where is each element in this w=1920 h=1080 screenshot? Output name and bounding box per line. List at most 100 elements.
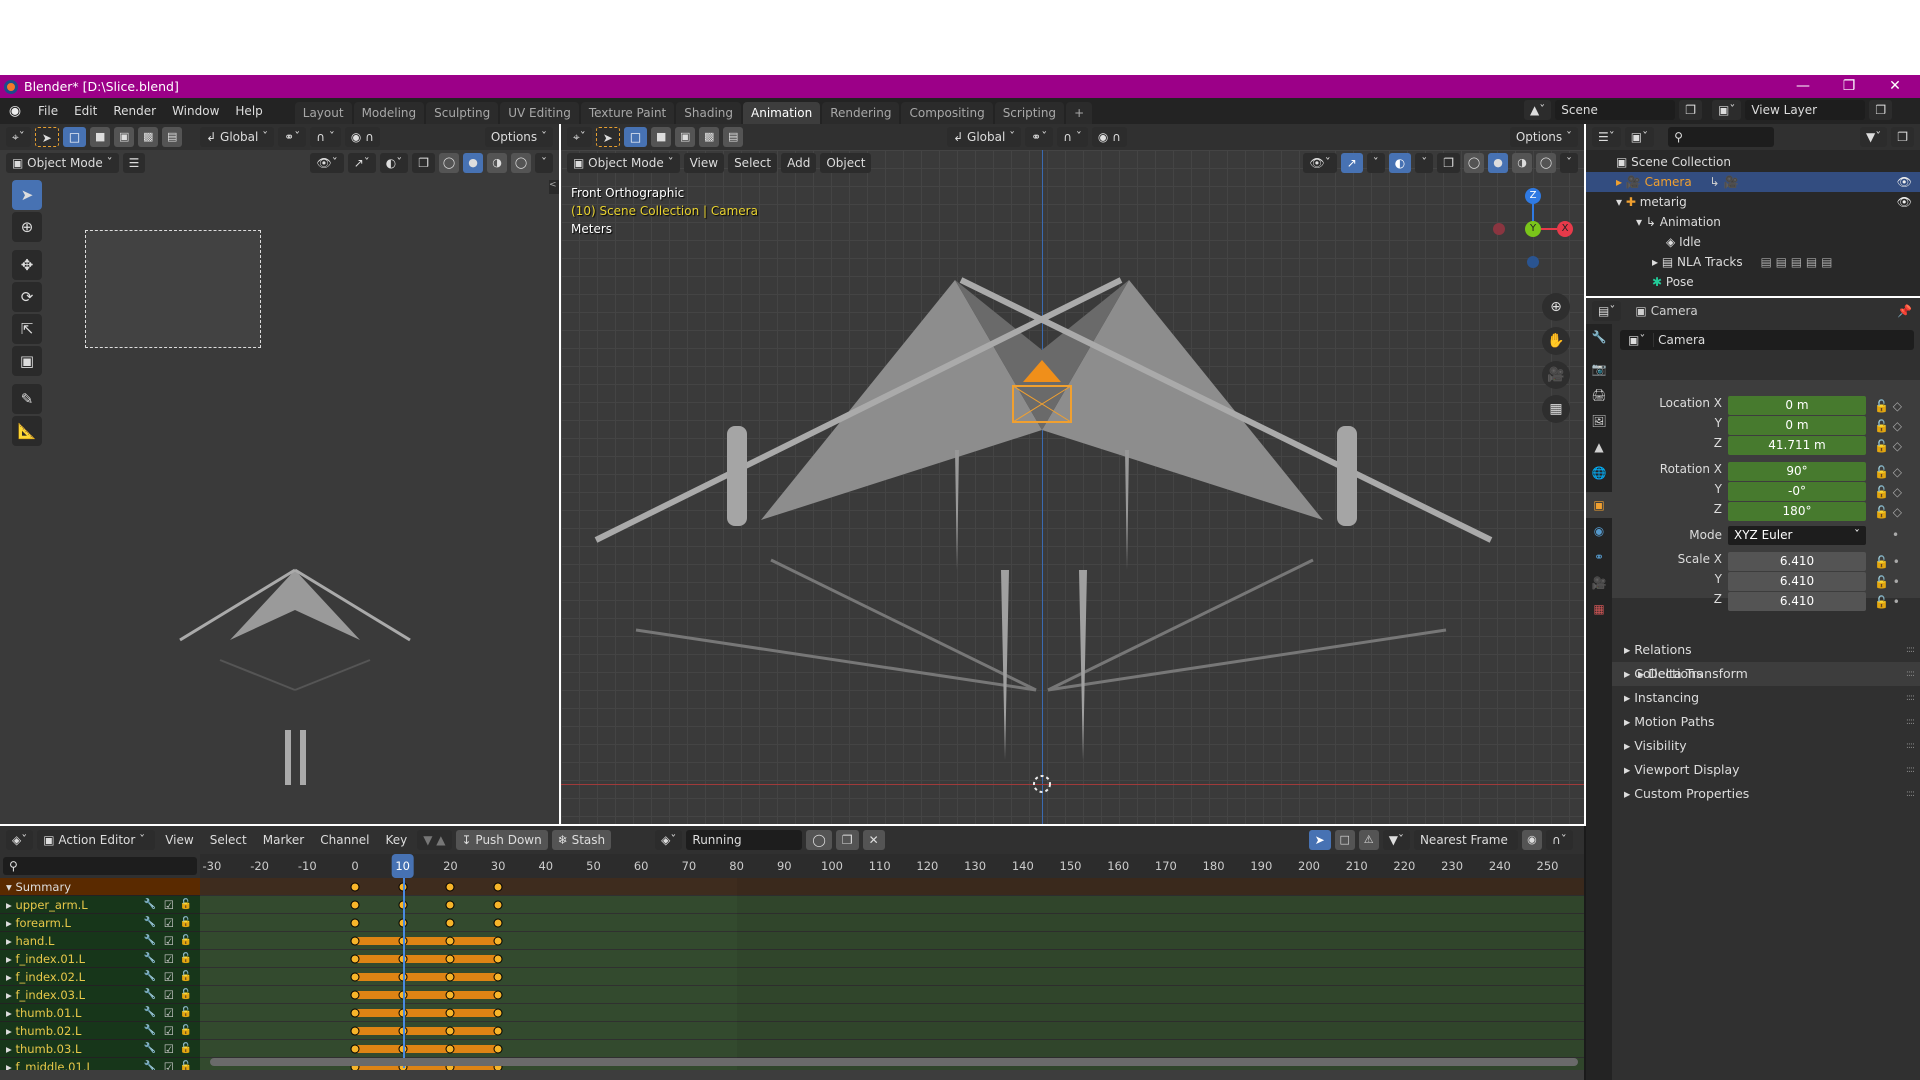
action-browse-icon[interactable]: ◈ˇ [655, 830, 683, 850]
measure-tool-icon[interactable]: 📐 [12, 416, 42, 446]
shading-rendered-icon[interactable]: ◯ [511, 153, 531, 173]
action-name-field[interactable]: Running [686, 830, 803, 850]
location-x-field[interactable]: 0 m [1728, 396, 1866, 415]
lock-location-icons[interactable]: 🔓 ◇ 🔓 ◇ 🔓 ◇ [1874, 396, 1902, 456]
tab-scripting[interactable]: Scripting [994, 102, 1065, 124]
keyframe[interactable] [493, 990, 503, 1000]
editor-mode-dropdown[interactable]: ▣ Action Editor ˇ [37, 830, 156, 850]
tab-animation[interactable]: Animation [743, 102, 821, 124]
keyframe[interactable] [445, 1026, 455, 1036]
outliner-item-camera[interactable]: ▸ 🎥 Camera ↳ 🎥 👁 [1586, 172, 1920, 192]
current-frame-indicator[interactable]: 10 [391, 854, 415, 878]
outliner-display-mode-icon[interactable]: ☰ˇ [1592, 127, 1621, 147]
filter-icon[interactable]: ▼ˇ [1860, 127, 1888, 147]
modifier-wrench-icon[interactable]: 🔧 [144, 986, 156, 1004]
lock-scale-icons[interactable]: 🔓 • 🔓 • 🔓 • [1874, 552, 1900, 612]
menu-view[interactable]: View [159, 827, 199, 853]
modifier-wrench-icon[interactable]: 🔧 [144, 932, 156, 950]
close-button[interactable]: ✕ [1872, 75, 1918, 98]
tab-constraints-icon[interactable]: ⚭ [1586, 544, 1612, 570]
options-dropdown[interactable]: Options ˇ [1509, 127, 1578, 147]
modifier-wrench-icon[interactable]: 🔧 [144, 1022, 156, 1040]
shading-wireframe-icon[interactable]: ◯ [439, 153, 459, 173]
view-layer-field[interactable]: View Layer [1745, 100, 1866, 120]
shading-material-icon[interactable]: ◑ [487, 153, 507, 173]
sidebar-toggle-icon[interactable]: < [549, 180, 559, 194]
keyframe[interactable] [445, 936, 455, 946]
outliner-filter-view-icon[interactable]: ▣ˇ [1624, 127, 1655, 147]
modifier-wrench-icon[interactable]: 🔧 [144, 896, 156, 914]
rotation-x-field[interactable]: 90° [1728, 462, 1866, 481]
keyframe[interactable] [350, 1044, 360, 1054]
keyframe[interactable] [493, 900, 503, 910]
drag-handle-icon[interactable]: :::: [1906, 758, 1915, 782]
transform-pivot-icon[interactable]: ⌖ˇ [567, 127, 592, 147]
gizmo-toggle-icon[interactable]: ↗ˇ [347, 153, 376, 173]
scale-x-field[interactable]: 6.410 [1728, 552, 1866, 571]
channel-row[interactable]: ▸ thumb.02.L 🔧 ☑ 🔓 [0, 1022, 200, 1040]
camera-view-icon[interactable]: 🎥 [1542, 361, 1570, 389]
lock-icon[interactable]: 🔓 [180, 896, 192, 914]
keyframe[interactable] [350, 990, 360, 1000]
keyframe[interactable] [445, 882, 455, 892]
lock-rotation-icons[interactable]: 🔓 ◇ 🔓 ◇ 🔓 ◇ [1874, 462, 1902, 522]
tab-shading[interactable]: Shading [676, 102, 741, 124]
pan-hand-icon[interactable]: ✋ [1542, 327, 1570, 355]
ortho-grid-icon[interactable]: ▦ [1542, 395, 1570, 423]
channel-search-input[interactable]: ⚲ [3, 857, 197, 875]
shading-dropdown-icon[interactable]: ˇ [535, 153, 553, 173]
pivot-dropdown-icon[interactable]: ⚭ˇ [1025, 127, 1054, 147]
new-collection-icon[interactable]: ❐ [1891, 127, 1914, 147]
rotate-tool-icon[interactable]: ⟳ [12, 282, 42, 312]
modifier-wrench-icon[interactable]: 🔧 [144, 968, 156, 986]
blender-menu-icon[interactable]: ◉ [0, 103, 30, 119]
gizmo-x-axis[interactable]: X [1557, 221, 1573, 237]
rotation-mode-dropdown[interactable]: XYZ Euler ˇ [1728, 526, 1866, 545]
mode-dropdown[interactable]: ▣ Object Mode ˇ [6, 153, 119, 173]
lock-icon[interactable]: 🔓 [180, 1022, 192, 1040]
gizmo-y-axis[interactable]: Y [1525, 221, 1541, 237]
layer-prev-next-icons[interactable]: ▼ ▲ [417, 830, 452, 850]
new-action-icon[interactable]: ❐ [835, 830, 859, 850]
menu-channel[interactable]: Channel [314, 827, 375, 853]
show-hidden-icon[interactable]: □ [1334, 830, 1355, 850]
outliner-item-animation[interactable]: ▾ ↳ Animation [1586, 212, 1920, 232]
zoom-icon[interactable]: ⊕ [1542, 293, 1570, 321]
keyframe[interactable] [445, 990, 455, 1000]
mute-checkbox[interactable]: ☑ [164, 950, 174, 968]
keyframe[interactable] [350, 1008, 360, 1018]
panel-motion-paths[interactable]: ▸ Motion Paths:::: [1612, 710, 1920, 734]
lock-icon[interactable]: 🔓 [180, 1040, 192, 1058]
channel-row[interactable]: ▸ thumb.01.L 🔧 ☑ 🔓 [0, 1004, 200, 1022]
location-z-field[interactable]: 41.711 m [1728, 436, 1866, 455]
visibility-icon[interactable]: 👁ˇ [310, 153, 344, 173]
tab-render-icon[interactable]: 📷 [1586, 356, 1612, 382]
modifier-wrench-icon[interactable]: 🔧 [144, 914, 156, 932]
mute-checkbox[interactable]: ☑ [164, 1004, 174, 1022]
modifier-wrench-icon[interactable]: 🔧 [144, 950, 156, 968]
cursor-tool-icon[interactable]: ⊕ [12, 212, 42, 242]
channel-row[interactable]: ▸ f_index.01.L 🔧 ☑ 🔓 [0, 950, 200, 968]
tab-view-layer-icon[interactable]: 🖼 [1586, 408, 1612, 434]
tab-layout[interactable]: Layout [294, 102, 352, 124]
panel-instancing[interactable]: ▸ Instancing:::: [1612, 686, 1920, 710]
orientation-dropdown[interactable]: ↲ Global ˇ [947, 127, 1022, 147]
left-viewport-canvas[interactable]: ▣ Object Mode ˇ ☰ 👁ˇ ↗ˇ ◐ˇ ❐ ◯ ● ◑ ◯ ˇ ➤… [0, 150, 559, 824]
only-selected-icon[interactable]: ➤ [1308, 830, 1331, 850]
channel-row[interactable]: ▸ upper_arm.L 🔧 ☑ 🔓 [0, 896, 200, 914]
keyframe[interactable] [493, 1026, 503, 1036]
menu-edit[interactable]: Edit [66, 98, 105, 124]
select-tool-icon[interactable]: ➤ [34, 127, 59, 147]
select-mode-subtract-icon[interactable]: ▣ [675, 127, 696, 147]
options-dropdown[interactable]: Options ˇ [484, 127, 553, 147]
new-view-layer-button[interactable]: ❐ [1869, 100, 1893, 120]
keyframe[interactable] [350, 900, 360, 910]
mute-checkbox[interactable]: ☑ [164, 986, 174, 1004]
only-errors-icon[interactable]: ⚠ [1358, 830, 1379, 850]
mute-checkbox[interactable]: ☑ [164, 1022, 174, 1040]
select-mode-invert-icon[interactable]: ▩ [138, 127, 159, 147]
horizontal-scrollbar[interactable] [210, 1058, 1578, 1066]
rotation-z-field[interactable]: 180° [1728, 502, 1866, 521]
lock-icon[interactable]: 🔓 [180, 968, 192, 986]
mute-checkbox[interactable]: ☑ [164, 1040, 174, 1058]
